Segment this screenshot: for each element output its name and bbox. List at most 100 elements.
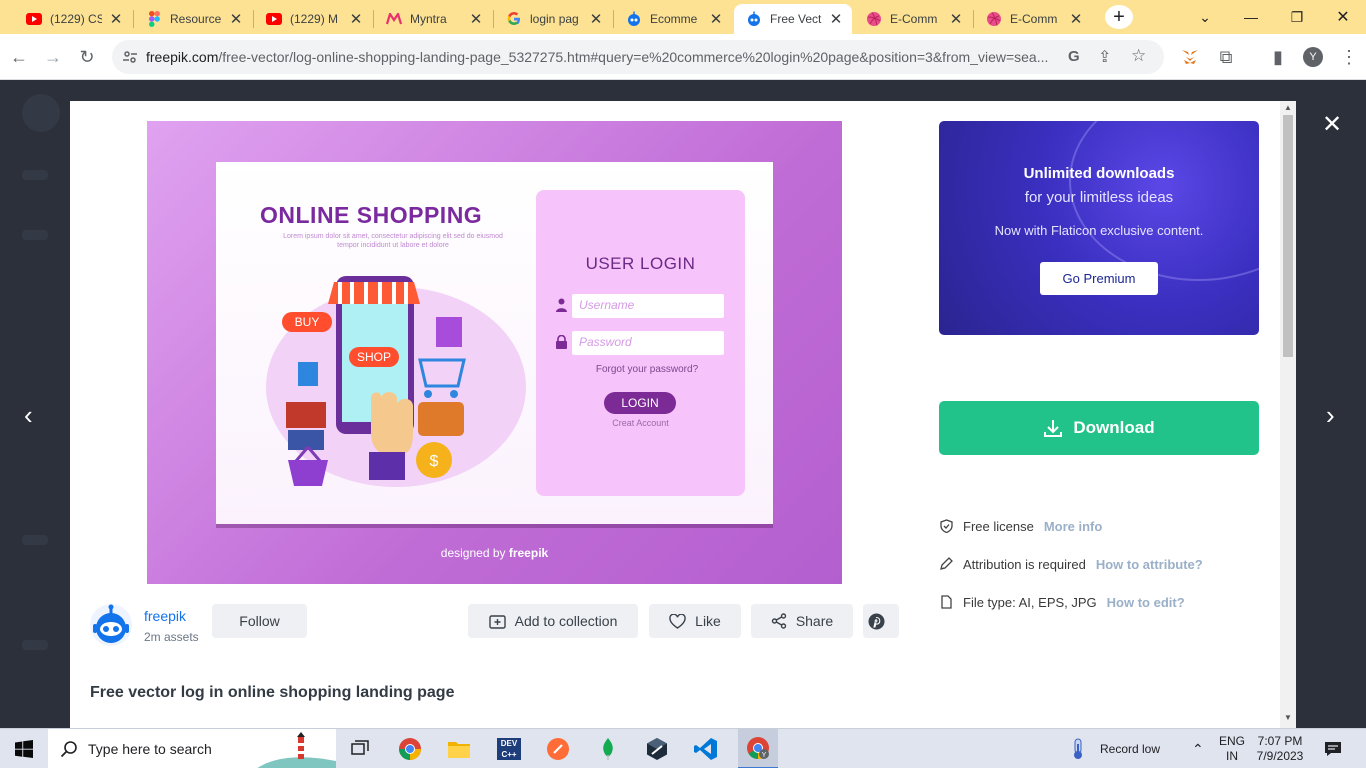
scroll-down-icon[interactable]: ▼ xyxy=(1284,713,1292,722)
tab-title: E-Comm xyxy=(890,12,938,26)
collection-label: Add to collection xyxy=(514,613,618,629)
extensions-icon[interactable]: ⧉ xyxy=(1211,42,1241,72)
tab-title: (1229) CS xyxy=(50,12,102,26)
shield-check-icon xyxy=(939,519,953,533)
app-cube-icon[interactable] xyxy=(643,735,671,763)
filetype-row: File type: AI, EPS, JPG How to edit? xyxy=(939,592,1185,612)
like-button[interactable]: Like xyxy=(649,604,741,638)
taskbar-search-box[interactable]: Type here to search xyxy=(48,729,336,768)
download-label: Download xyxy=(1073,418,1155,437)
close-tab-icon[interactable]: ✕ xyxy=(468,10,484,28)
author-avatar[interactable] xyxy=(90,604,132,646)
site-info-icon[interactable] xyxy=(122,49,138,68)
share-button[interactable]: Share xyxy=(751,604,853,638)
preview-card: ONLINE SHOPPING Lorem ipsum dolor sit am… xyxy=(216,162,773,524)
bookmark-star-icon[interactable]: ☆ xyxy=(1131,46,1146,66)
designer-credit: designed by freepik xyxy=(147,546,842,560)
close-window-button[interactable]: ✕ xyxy=(1320,0,1366,34)
mongodb-icon[interactable] xyxy=(594,735,622,763)
file-explorer-icon[interactable] xyxy=(445,735,473,763)
close-tab-icon[interactable]: ✕ xyxy=(708,10,724,28)
next-arrow-icon[interactable]: › xyxy=(1326,400,1335,431)
chrome-taskbar-icon[interactable] xyxy=(396,735,424,763)
weather-text: Record low xyxy=(1100,742,1161,756)
lock-icon xyxy=(556,335,567,349)
free-license-text: Free license xyxy=(963,518,1034,534)
tab-6-active[interactable]: Free Vect ✕ xyxy=(734,4,852,34)
download-button[interactable]: Download xyxy=(939,401,1259,455)
download-icon xyxy=(1044,420,1063,437)
notifications-icon[interactable] xyxy=(1324,729,1342,768)
menu-icon[interactable]: ⋮ xyxy=(1334,42,1364,72)
close-tab-icon[interactable]: ✕ xyxy=(948,10,964,28)
reload-button[interactable]: ↻ xyxy=(72,42,102,72)
browser-toolbar: ← → ↻ freepik.com/free-vector/log-online… xyxy=(0,34,1366,80)
author-name-link[interactable]: freepik xyxy=(144,608,186,624)
follow-label: Follow xyxy=(239,613,280,629)
back-button[interactable]: ← xyxy=(4,42,34,72)
add-to-collection-button[interactable]: Add to collection xyxy=(468,604,638,638)
minimize-button[interactable]: — xyxy=(1228,0,1274,34)
youtube-icon xyxy=(26,11,42,27)
tab-3[interactable]: Myntra ✕ xyxy=(374,4,492,34)
weather-widget[interactable]: Record low xyxy=(1068,729,1160,768)
google-lens-icon[interactable]: G xyxy=(1068,48,1080,65)
chrome-active-taskbar-icon[interactable]: Y xyxy=(738,729,778,768)
task-view-icon[interactable] xyxy=(346,735,374,763)
restore-button[interactable]: ❐ xyxy=(1274,0,1320,34)
tab-7[interactable]: E-Comm ✕ xyxy=(854,4,972,34)
pinterest-button[interactable] xyxy=(863,604,899,638)
tab-title: Free Vect xyxy=(770,12,822,26)
modal-scrollbar[interactable]: ▲ ▼ xyxy=(1280,101,1296,728)
lang-primary: ENG xyxy=(1219,734,1246,748)
profile-avatar[interactable]: Y xyxy=(1298,42,1328,72)
clock[interactable]: 7:07 PM 7/9/2023 xyxy=(1256,729,1304,768)
close-tab-icon[interactable]: ✕ xyxy=(1068,10,1084,28)
close-tab-icon[interactable]: ✕ xyxy=(348,10,364,28)
share-page-icon[interactable]: ⇪ xyxy=(1098,47,1111,67)
scroll-up-icon[interactable]: ▲ xyxy=(1284,103,1292,112)
tab-5[interactable]: Ecomme ✕ xyxy=(614,4,732,34)
tab-search-icon[interactable]: ⌄ xyxy=(1182,0,1228,34)
new-tab-button[interactable]: + xyxy=(1105,5,1133,29)
backdrop-item xyxy=(22,640,48,650)
previous-arrow-icon[interactable]: ‹ xyxy=(24,400,33,431)
tab-title: (1229) M xyxy=(290,12,339,26)
how-to-attribute-link[interactable]: How to attribute? xyxy=(1096,557,1203,572)
windows-start-icon[interactable] xyxy=(10,735,38,763)
resource-modal: ONLINE SHOPPING Lorem ipsum dolor sit am… xyxy=(70,101,1296,728)
tab-2[interactable]: (1229) M ✕ xyxy=(254,4,372,34)
forward-button[interactable]: → xyxy=(38,42,68,72)
show-hidden-icons[interactable]: ⌃ xyxy=(1192,729,1204,768)
more-info-link[interactable]: More info xyxy=(1044,519,1103,534)
clock-time: 7:07 PM xyxy=(1257,734,1303,748)
freepik-logo-icon xyxy=(93,604,129,643)
follow-button[interactable]: Follow xyxy=(212,604,307,638)
close-tab-icon[interactable]: ✕ xyxy=(588,10,604,28)
tab-8[interactable]: E-Comm ✕ xyxy=(974,4,1092,34)
search-icon xyxy=(60,741,77,758)
close-modal-icon[interactable]: ✕ xyxy=(1322,110,1342,139)
close-tab-icon[interactable]: ✕ xyxy=(228,10,244,28)
file-icon xyxy=(939,595,953,609)
scrollbar-thumb[interactable] xyxy=(1283,115,1293,357)
dribbble-icon xyxy=(866,11,882,27)
vscode-icon[interactable] xyxy=(692,735,720,763)
preview-image[interactable]: ONLINE SHOPPING Lorem ipsum dolor sit am… xyxy=(147,121,842,584)
close-tab-icon[interactable]: ✕ xyxy=(828,10,844,28)
address-bar[interactable]: freepik.com/free-vector/log-online-shopp… xyxy=(112,40,1164,74)
tab-0[interactable]: (1229) CS ✕ xyxy=(14,4,132,34)
language-indicator[interactable]: ENG IN xyxy=(1219,729,1245,768)
devc-icon[interactable]: DEV C++ xyxy=(495,735,523,763)
buy-label: BUY xyxy=(295,315,320,329)
close-tab-icon[interactable]: ✕ xyxy=(108,10,124,28)
side-panel-icon[interactable]: ▮ xyxy=(1263,42,1293,72)
youtube-icon xyxy=(266,11,282,27)
how-to-edit-link[interactable]: How to edit? xyxy=(1107,595,1185,610)
postman-icon[interactable] xyxy=(544,735,572,763)
login-panel: USER LOGIN Username Password Forgot your… xyxy=(536,190,745,496)
tab-4[interactable]: login pag ✕ xyxy=(494,4,612,34)
metamask-icon[interactable] xyxy=(1175,42,1205,72)
tab-1[interactable]: Resource ✕ xyxy=(134,4,252,34)
go-premium-button[interactable]: Go Premium xyxy=(1040,262,1158,295)
